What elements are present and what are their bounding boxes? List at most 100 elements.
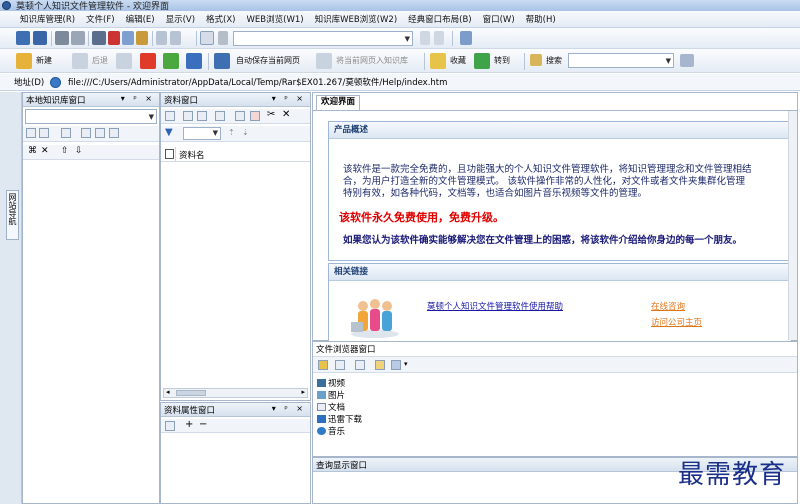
help-link[interactable]: 莫顿个人知识文件管理软件使用帮助 bbox=[427, 300, 563, 312]
copy-icon[interactable] bbox=[122, 31, 134, 45]
search-go-icon[interactable] bbox=[680, 54, 694, 67]
menu-help[interactable]: 帮助(H) bbox=[526, 13, 556, 25]
kb-new-icon[interactable] bbox=[26, 128, 36, 138]
save-all-icon[interactable] bbox=[33, 31, 47, 45]
fb-item-thunder[interactable]: 迅雷下载 bbox=[317, 413, 362, 425]
kb-save-icon[interactable] bbox=[61, 128, 71, 138]
data-scrollbar[interactable]: ◂ ▸ bbox=[163, 388, 308, 398]
arrow-down-icon[interactable] bbox=[420, 31, 430, 45]
menu-format[interactable]: 格式(X) bbox=[206, 13, 235, 25]
menu-edit[interactable]: 编辑(E) bbox=[126, 13, 155, 25]
menu-web-browse[interactable]: WEB浏览(W1) bbox=[247, 13, 304, 25]
print-icon[interactable] bbox=[55, 31, 69, 45]
save-icon[interactable] bbox=[16, 31, 30, 45]
goto-button-label[interactable]: 转到 bbox=[494, 55, 510, 66]
favorite-icon[interactable] bbox=[430, 53, 446, 69]
menu-knowledge-base[interactable]: 知识库管理(R) bbox=[20, 13, 75, 25]
data-cut-icon[interactable]: ✂ bbox=[267, 109, 275, 120]
tab-welcome[interactable]: 欢迎界面 bbox=[316, 95, 361, 110]
kb-add-icon[interactable] bbox=[81, 128, 91, 138]
fb-views-menu-icon[interactable] bbox=[391, 360, 401, 370]
format-brush-icon[interactable] bbox=[218, 31, 228, 45]
move-down-icon[interactable]: ⇩ bbox=[75, 146, 83, 156]
tab-site-navigation[interactable]: 网站导航 bbox=[6, 190, 19, 240]
home-icon[interactable] bbox=[200, 31, 214, 45]
paste-icon[interactable] bbox=[136, 31, 148, 45]
goto-icon[interactable] bbox=[474, 53, 490, 69]
collapse-icon[interactable]: ⌘ bbox=[28, 146, 37, 156]
link-icon[interactable] bbox=[163, 53, 179, 69]
delete-node-icon[interactable]: ✕ bbox=[41, 146, 49, 156]
fb-up-icon[interactable] bbox=[318, 360, 328, 370]
filter-icon[interactable]: ▼ bbox=[165, 127, 173, 138]
fb-item-documents[interactable]: 文档 bbox=[317, 401, 345, 413]
menu-file[interactable]: 文件(F) bbox=[86, 13, 115, 25]
data-copy-icon[interactable] bbox=[235, 111, 245, 121]
address-input[interactable]: file:///C:/Users/Administrator/AppData/L… bbox=[68, 76, 447, 88]
panel-controls-icon[interactable]: ▾ ᵖ × bbox=[121, 94, 155, 103]
stop-icon[interactable] bbox=[140, 53, 156, 69]
online-consult-link[interactable]: 在线咨询 bbox=[651, 300, 685, 312]
menu-kb-web-browse[interactable]: 知识库WEB浏览(W2) bbox=[315, 13, 398, 25]
data-open-icon[interactable] bbox=[215, 111, 225, 121]
kb-delete-icon[interactable] bbox=[109, 128, 119, 138]
filter-up-icon[interactable]: ⇡ bbox=[228, 128, 235, 137]
layout-icon[interactable] bbox=[460, 31, 472, 45]
kb-move-icon[interactable] bbox=[95, 128, 105, 138]
move-up-icon[interactable]: ⇧ bbox=[61, 146, 69, 156]
fb-view-icon[interactable] bbox=[335, 360, 345, 370]
font-name-combo[interactable]: ▼ bbox=[233, 31, 413, 46]
document-scrollbar[interactable] bbox=[788, 111, 797, 340]
favorite-button-label[interactable]: 收藏 bbox=[450, 55, 466, 66]
knowledge-base-select[interactable]: ▼ bbox=[25, 109, 157, 124]
fb-item-music[interactable]: 音乐 bbox=[317, 425, 345, 437]
props-add-icon[interactable]: + bbox=[185, 419, 193, 430]
props-remove-icon[interactable]: − bbox=[199, 419, 207, 430]
watermark-text: 最需教育 bbox=[678, 460, 787, 490]
autosave-icon[interactable] bbox=[214, 53, 230, 69]
new-button-label[interactable]: 新建 bbox=[36, 55, 52, 66]
data-add-icon[interactable] bbox=[183, 111, 193, 121]
back-icon[interactable] bbox=[72, 53, 88, 69]
search-button-label[interactable]: 搜索 bbox=[546, 55, 562, 66]
arrow-up-icon[interactable] bbox=[434, 31, 444, 45]
filter-select[interactable]: ▼ bbox=[183, 127, 221, 140]
search-input[interactable]: ▼ bbox=[568, 53, 674, 68]
cut-icon[interactable] bbox=[108, 31, 120, 45]
data-import-icon[interactable] bbox=[197, 111, 207, 121]
back-button-label[interactable]: 后退 bbox=[92, 55, 108, 66]
data-new-icon[interactable] bbox=[165, 111, 175, 121]
overview-box: 产品概述 该软件是一款完全免费的，且功能强大的个人知识文件管理软件，将知识管理理… bbox=[328, 121, 792, 261]
refresh-icon[interactable] bbox=[116, 53, 132, 69]
data-panel-controls-icon[interactable]: ▾ ᵖ × bbox=[272, 94, 306, 103]
search-icon[interactable] bbox=[530, 54, 542, 66]
scroll-right-icon[interactable]: ▸ bbox=[301, 388, 305, 396]
scroll-left-icon[interactable]: ◂ bbox=[166, 388, 170, 396]
kb-open-icon[interactable] bbox=[39, 128, 49, 138]
company-homepage-link[interactable]: 访问公司主页 bbox=[651, 316, 702, 328]
add-page-button-label[interactable]: 将当前网页入知识库 bbox=[336, 55, 408, 66]
autosave-button-label[interactable]: 自动保存当前网页 bbox=[236, 55, 300, 66]
fb-item-video[interactable]: 视频 bbox=[317, 377, 345, 389]
redo-icon[interactable] bbox=[170, 31, 181, 45]
add-page-icon[interactable] bbox=[316, 53, 332, 69]
find-icon[interactable] bbox=[92, 31, 106, 45]
data-props-controls-icon[interactable]: ▾ ᵖ × bbox=[272, 404, 306, 413]
undo-icon[interactable] bbox=[156, 31, 167, 45]
column-data-name[interactable]: 资料名 bbox=[179, 149, 205, 161]
title-bar: 莫顿个人知识文件管理软件 - 欢迎界面 bbox=[0, 0, 800, 11]
fb-item-pictures[interactable]: 图片 bbox=[317, 389, 345, 401]
world-icon[interactable] bbox=[186, 53, 202, 69]
print-preview-icon[interactable] bbox=[71, 31, 85, 45]
menu-window[interactable]: 窗口(W) bbox=[483, 13, 515, 25]
data-delete-icon[interactable] bbox=[250, 111, 260, 121]
data-close-icon[interactable]: ✕ bbox=[282, 109, 290, 120]
props-save-icon[interactable] bbox=[165, 421, 175, 431]
menu-classic-layout[interactable]: 经典窗口布局(B) bbox=[408, 13, 471, 25]
new-icon[interactable] bbox=[16, 53, 32, 69]
filter-down-icon[interactable]: ⇣ bbox=[242, 128, 249, 137]
menu-view[interactable]: 显示(V) bbox=[166, 13, 195, 25]
fb-folder-icon[interactable] bbox=[375, 360, 385, 370]
fb-views-dropdown-icon[interactable]: ▾ bbox=[404, 360, 408, 368]
fb-copy-icon[interactable] bbox=[355, 360, 365, 370]
